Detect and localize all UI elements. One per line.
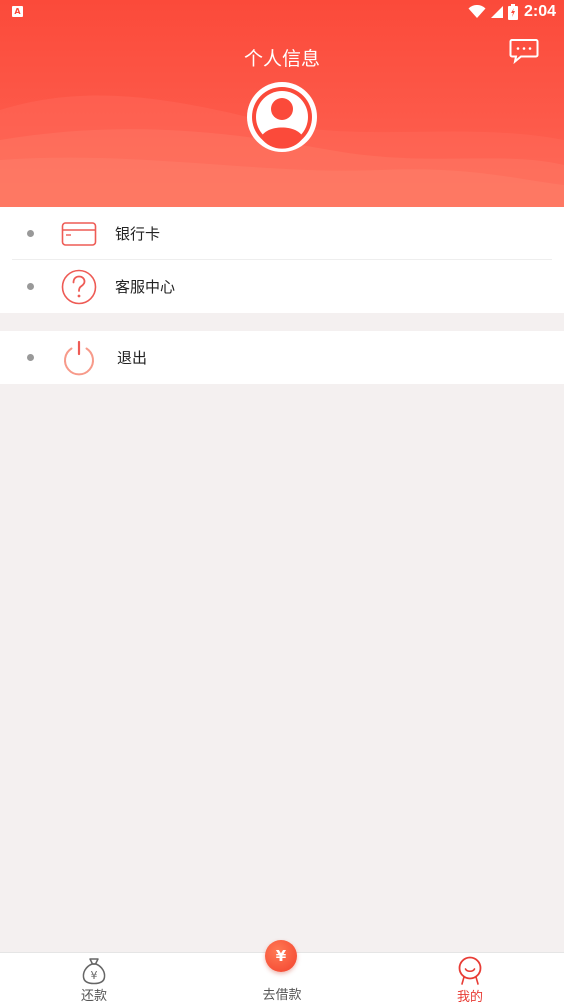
- status-time: 2:04: [523, 3, 556, 20]
- tab-repay[interactable]: ¥ 还款: [0, 953, 188, 1002]
- menu-group-account: 银行卡 客服中心: [0, 207, 564, 313]
- tab-label: 去借款: [262, 988, 302, 1002]
- svg-text:¥: ¥: [91, 969, 98, 982]
- menu-divider: [12, 259, 552, 260]
- bullet-dot: [27, 230, 34, 237]
- power-icon: [64, 340, 94, 376]
- tab-label: 还款: [80, 989, 107, 1002]
- menu-group-logout: 退出: [0, 331, 564, 384]
- status-bar: A 2:04: [0, 0, 564, 24]
- battery-icon: [507, 4, 518, 20]
- bullet-dot: [27, 354, 34, 361]
- bank-card-icon: [61, 222, 97, 246]
- person-icon: [458, 956, 482, 985]
- profile-header: A 2:04 个人信息: [0, 0, 564, 207]
- menu-item-bank-card[interactable]: 银行卡: [0, 207, 564, 260]
- money-bag-icon: ¥: [82, 958, 106, 985]
- question-icon: [61, 269, 97, 305]
- bullet-dot: [27, 283, 34, 290]
- wifi-icon: [468, 5, 486, 18]
- menu-item-label: 退出: [117, 349, 148, 367]
- avatar[interactable]: [247, 82, 317, 152]
- menu-item-logout[interactable]: 退出: [0, 331, 564, 384]
- tab-label: 我的: [456, 990, 483, 1002]
- menu-item-label: 客服中心: [115, 278, 176, 296]
- tab-mine[interactable]: 我的: [376, 953, 564, 1002]
- yuan-coin-icon: ¥: [275, 947, 287, 965]
- menu-item-customer-service[interactable]: 客服中心: [0, 260, 564, 313]
- notification-icon: A: [12, 6, 23, 17]
- page-title: 个人信息: [243, 48, 320, 70]
- borrow-button[interactable]: ¥: [265, 940, 297, 972]
- signal-icon: [490, 6, 503, 18]
- chat-bubble-icon[interactable]: [509, 38, 539, 64]
- menu-item-label: 银行卡: [115, 225, 161, 243]
- user-avatar-icon: [252, 87, 312, 149]
